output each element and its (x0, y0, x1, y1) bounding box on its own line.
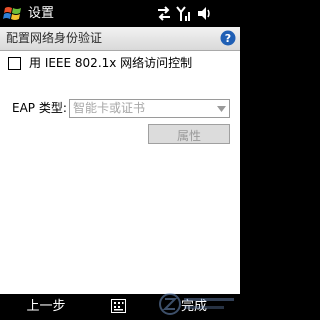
signal-strength-icon[interactable] (176, 5, 192, 22)
properties-button[interactable]: 属性 (148, 124, 230, 144)
properties-button-label: 属性 (176, 129, 201, 143)
page-title: 配置网络身份验证 (6, 31, 103, 45)
screen: 设置 配置网络身份验证 ? 用 IEEE 802.1x 网络访问控制 EAP 类… (0, 0, 240, 320)
page-header: 配置网络身份验证 ? (0, 27, 240, 51)
speaker-vibrate-icon[interactable] (196, 5, 212, 22)
title-text: 设置 (28, 6, 55, 21)
eap-type-selected-value: 智能卡或证书 (73, 101, 146, 115)
eap-type-label: EAP 类型: (12, 101, 67, 115)
chevron-down-icon (217, 106, 226, 112)
ieee-8021x-checkbox-label[interactable]: 用 IEEE 802.1x 网络访问控制 (29, 56, 192, 71)
back-softkey[interactable]: 上一步 (0, 294, 92, 320)
help-icon[interactable]: ? (220, 30, 236, 46)
svg-text:?: ? (225, 32, 231, 45)
keyboard-icon[interactable] (111, 299, 126, 313)
eap-type-dropdown[interactable]: 智能卡或证书 (69, 99, 230, 118)
watermark-logo (159, 293, 234, 315)
title-bar: 设置 (0, 0, 240, 27)
connectivity-arrows-icon[interactable] (156, 5, 172, 22)
ieee-8021x-checkbox[interactable] (8, 57, 21, 70)
windows-flag-icon[interactable] (3, 4, 23, 23)
